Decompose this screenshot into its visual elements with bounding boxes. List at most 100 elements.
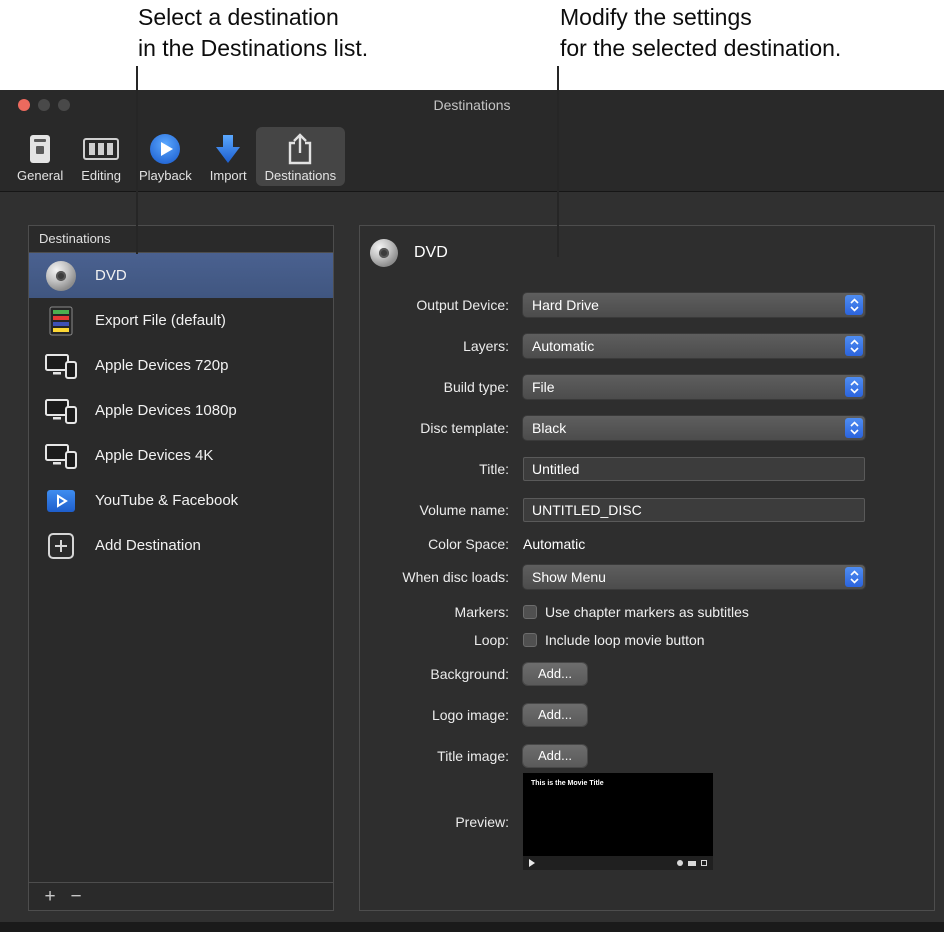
toolbar-item-editing[interactable]: Editing [72,127,130,186]
window-bottom-edge [0,922,944,932]
list-item-label: Apple Devices 1080p [95,402,237,419]
apple-devices-icon [43,441,79,471]
toolbar-item-general[interactable]: General [8,127,72,186]
list-item-label: Apple Devices 4K [95,447,214,464]
list-item-export-file[interactable]: Export File (default) [29,298,333,343]
toolbar-item-playback[interactable]: Playback [130,127,201,186]
popup-value: Hard Drive [532,297,599,313]
toolbar-item-destinations[interactable]: Destinations [255,127,346,186]
build-type-popup[interactable]: File [523,375,865,399]
markers-checkbox[interactable] [523,605,537,619]
share-destinations-icon [285,132,315,166]
field-label: Title: [479,461,509,477]
popup-stepper-icon [845,418,863,438]
minimize-window-button[interactable] [38,99,50,111]
record-icon [677,860,683,866]
sidebar-header: Destinations [29,226,333,253]
zoom-window-button[interactable] [58,99,70,111]
when-disc-loads-popup[interactable]: Show Menu [523,565,865,589]
list-item-dvd[interactable]: DVD [29,253,333,298]
loop-checkbox-wrap: Include loop movie button [523,632,705,648]
checkbox-label: Use chapter markers as subtitles [545,604,749,620]
field-label: Logo image: [431,707,509,723]
destinations-preferences-window: Destinations General Editing Playback Im… [0,90,944,932]
background-add-button[interactable]: Add... [523,663,587,685]
list-item-apple-devices-4k[interactable]: Apple Devices 4K [29,433,333,478]
panel-header: DVD [360,226,934,267]
close-window-button[interactable] [18,99,30,111]
preview-bar-icons [677,860,707,866]
toolbar-item-label: Editing [81,168,121,183]
list-item-label: Export File (default) [95,312,226,329]
dvd-menu-preview: This is the Movie Title [523,773,713,870]
volume-name-field[interactable] [523,498,865,522]
form-row-output-device: Output Device: Hard Drive [360,293,934,317]
menu-icon [688,860,696,866]
popup-stepper-icon [845,336,863,356]
fullscreen-icon [701,860,707,866]
preferences-toolbar: General Editing Playback Import Destinat… [0,120,944,192]
field-label: Color Space: [428,536,509,552]
list-item-apple-devices-1080p[interactable]: Apple Devices 1080p [29,388,333,433]
dvd-disc-icon [370,239,398,267]
list-item-label: Add Destination [95,537,201,554]
field-label: Title image: [437,748,509,764]
window-title: Destinations [433,97,511,113]
video-share-icon [43,489,79,513]
preview-control-bar [523,856,713,870]
destination-settings-panel: DVD Output Device: Hard Drive Layers: Au… [359,225,935,911]
title-field[interactable] [523,457,865,481]
form-row-background: Background: Add... [360,663,934,685]
editing-filmstrip-icon [82,132,120,166]
form-row-volume-name: Volume name: [360,498,934,522]
popup-stepper-icon [845,377,863,397]
annotation-pointer-line [557,66,559,257]
field-label: Volume name: [419,502,510,518]
toolbar-item-label: Destinations [264,168,337,183]
field-label: Markers: [454,604,509,620]
list-item-label: DVD [95,267,127,284]
field-label: When disc loads: [402,569,509,585]
output-device-popup[interactable]: Hard Drive [523,293,865,317]
titlebar[interactable]: Destinations [0,90,944,120]
apple-devices-icon [43,351,79,381]
remove-destination-button[interactable]: − [63,885,89,909]
add-box-icon [43,532,79,560]
list-item-apple-devices-720p[interactable]: Apple Devices 720p [29,343,333,388]
color-space-value: Automatic [523,536,586,552]
field-label: Preview: [455,813,509,830]
field-label: Output Device: [416,297,509,313]
checkbox-label: Include loop movie button [545,632,705,648]
annotation-select-destination: Select a destination in the Destinations… [138,2,368,64]
panel-title: DVD [414,244,448,261]
add-destination-button[interactable]: + [37,885,63,909]
form-row-color-space: Color Space: Automatic [360,536,934,552]
popup-value: File [532,379,555,395]
layers-popup[interactable]: Automatic [523,334,865,358]
field-label: Layers: [463,338,509,354]
toolbar-item-import[interactable]: Import [201,127,256,186]
form-row-build-type: Build type: File [360,375,934,399]
popup-value: Show Menu [532,569,606,585]
play-icon [529,859,535,867]
annotation-line: for the selected destination. [560,35,842,61]
form-row-layers: Layers: Automatic [360,334,934,358]
field-label: Loop: [473,632,509,648]
list-item-youtube-facebook[interactable]: YouTube & Facebook [29,478,333,523]
title-image-add-button[interactable]: Add... [523,745,587,767]
window-header: Destinations General Editing Playback Im… [0,90,944,192]
annotation-line: in the Destinations list. [138,35,369,61]
logo-image-add-button[interactable]: Add... [523,704,587,726]
loop-checkbox[interactable] [523,633,537,647]
annotation-line: Select a destination [138,4,339,30]
apple-devices-icon [43,396,79,426]
form-row-markers: Markers: Use chapter markers as subtitle… [360,604,934,620]
traffic-lights [18,99,70,111]
list-item-add-destination[interactable]: Add Destination [29,523,333,568]
disc-template-popup[interactable]: Black [523,416,865,440]
popup-stepper-icon [845,567,863,587]
destinations-sidebar: Destinations DVD Export File (default) A… [28,225,334,911]
sidebar-footer: + − [29,882,333,910]
dvd-disc-icon [43,260,79,291]
annotation-pointer-line [136,66,138,254]
